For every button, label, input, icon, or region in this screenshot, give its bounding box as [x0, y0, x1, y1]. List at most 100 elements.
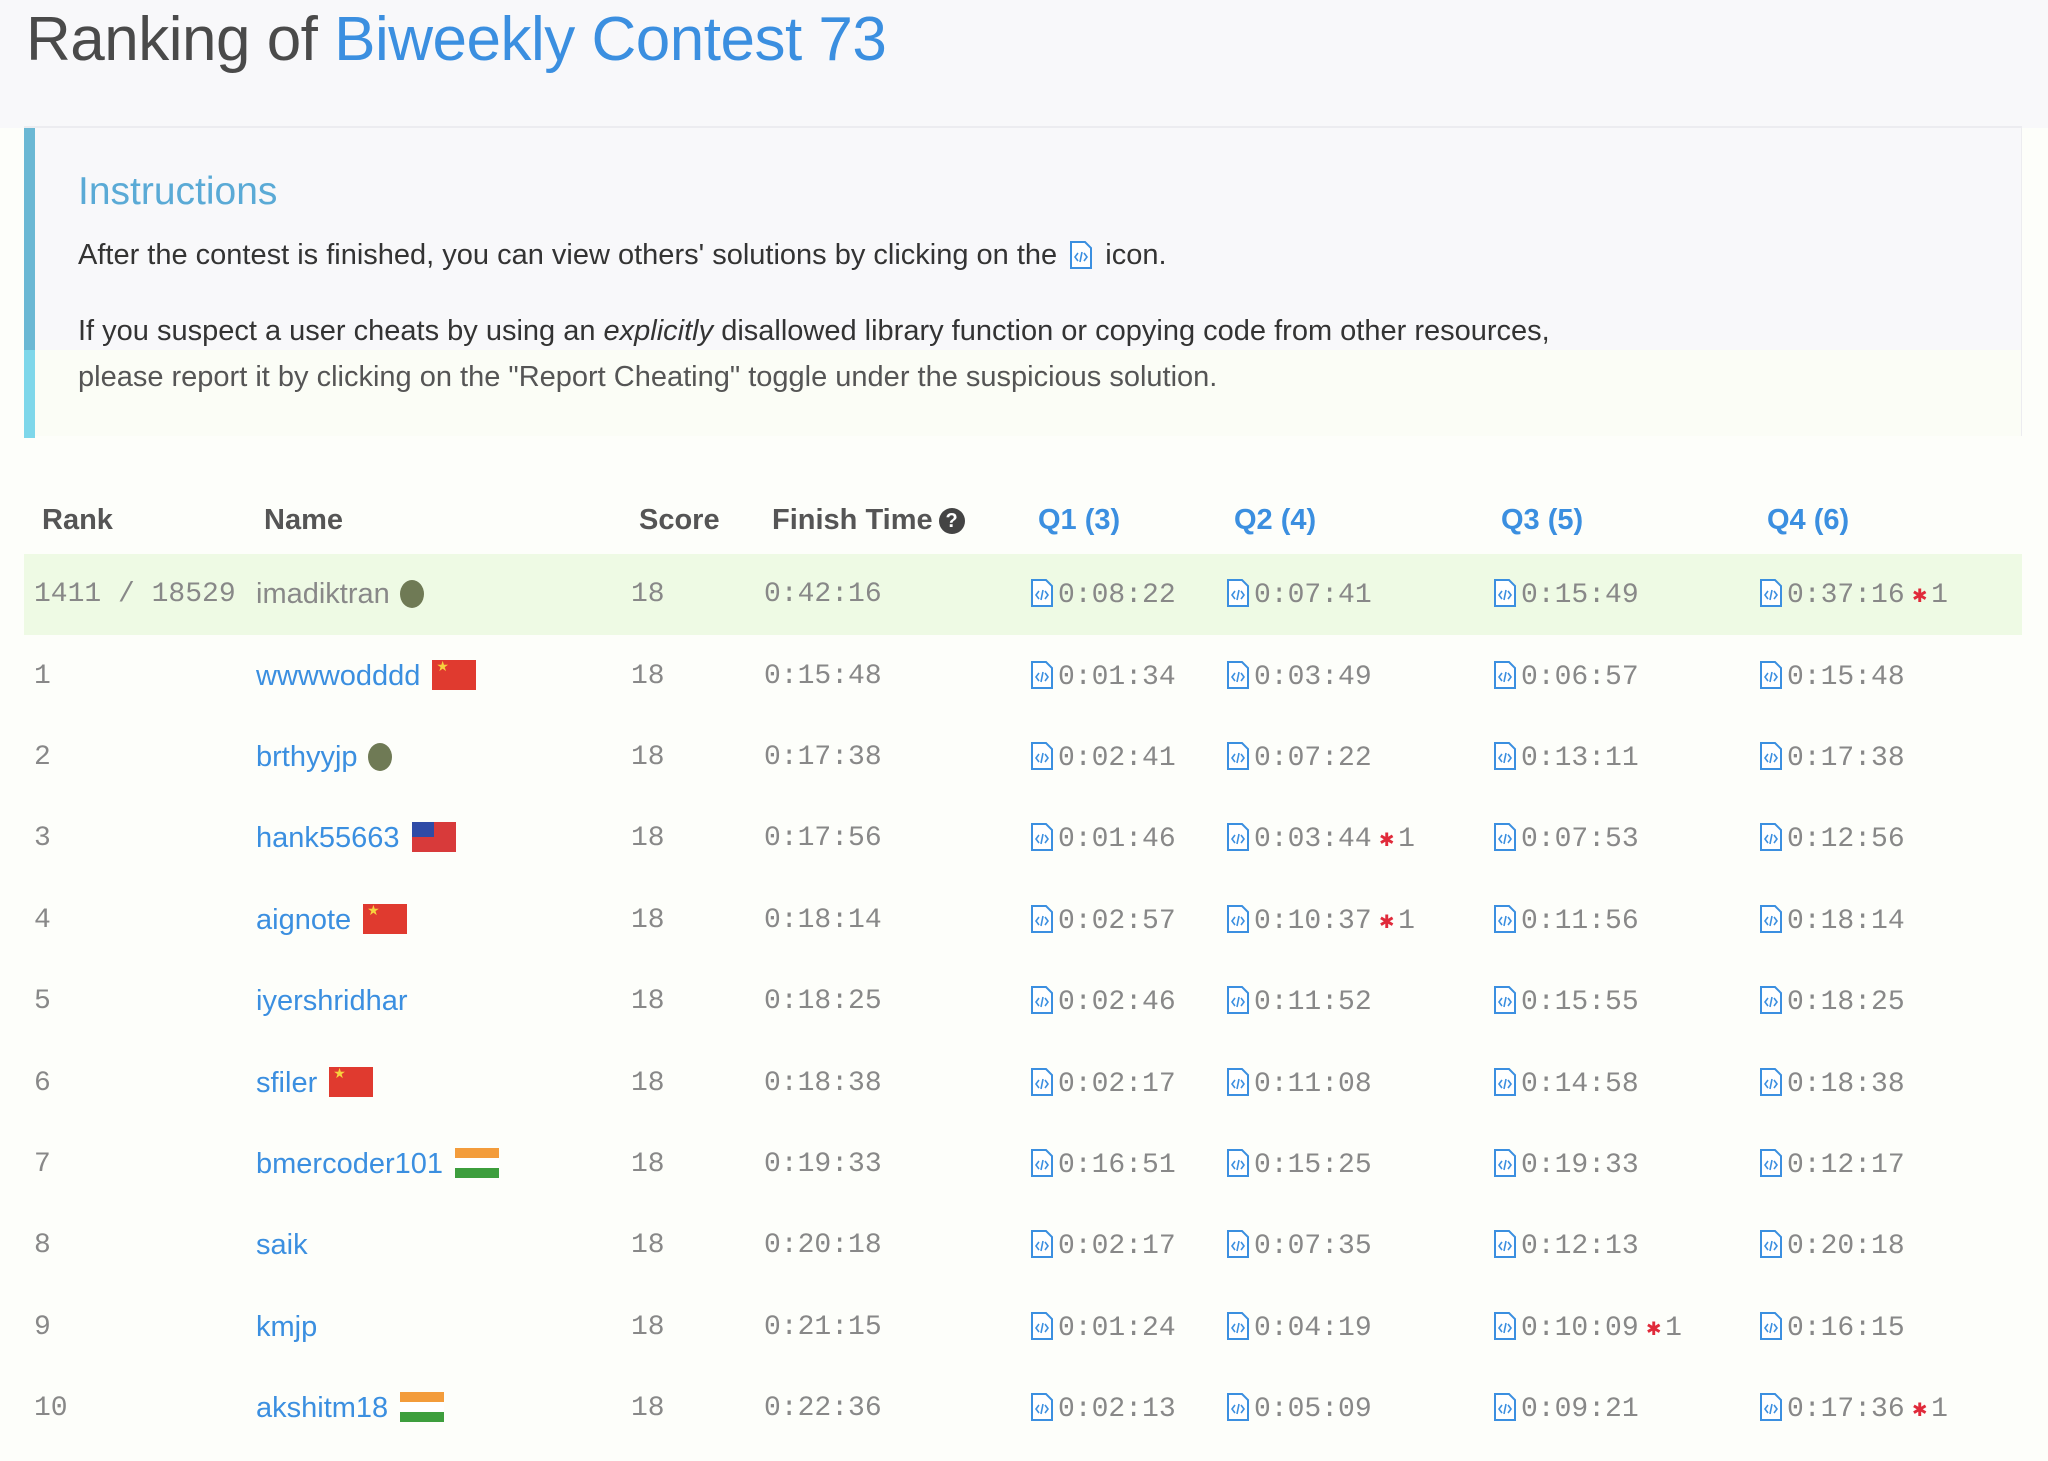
view-solution-icon[interactable] — [1226, 578, 1250, 608]
user-link[interactable]: aignote — [256, 904, 351, 936]
cell-name: wwwwodddd — [246, 635, 621, 716]
cell-rank: 5 — [34, 986, 51, 1018]
view-solution-icon[interactable] — [1493, 578, 1517, 608]
header-q3[interactable]: Q3 (5) — [1483, 486, 1749, 554]
cell-q1: 0:02:17 — [1020, 1042, 1216, 1123]
cell-rank: 4 — [34, 904, 51, 936]
cell-q3: 0:12:13 — [1483, 1205, 1749, 1286]
view-solution-icon[interactable] — [1226, 1067, 1250, 1097]
view-solution-icon[interactable] — [1030, 822, 1054, 852]
view-solution-icon[interactable] — [1759, 1311, 1783, 1341]
view-solution-icon[interactable] — [1226, 1311, 1250, 1341]
view-solution-icon[interactable] — [1226, 822, 1250, 852]
q2-time: 0:03:44 — [1254, 824, 1372, 856]
view-solution-icon[interactable] — [1226, 985, 1250, 1015]
wrong-answer-bug-icon: ✱ — [1646, 1315, 1662, 1343]
instructions-line-2-text: If you suspect a user cheats by using an — [78, 315, 596, 347]
view-solution-icon[interactable] — [1759, 904, 1783, 934]
cell-rank: 7 — [34, 1148, 51, 1180]
cell-q4: 0:18:14 — [1749, 880, 2022, 961]
q1-time: 0:16:51 — [1058, 1149, 1176, 1181]
view-solution-icon[interactable] — [1759, 660, 1783, 690]
cell-q1: 0:02:57 — [1020, 880, 1216, 961]
cell-score: 18 — [631, 660, 665, 692]
cell-q2: 0:03:49 — [1216, 635, 1483, 716]
view-solution-icon[interactable] — [1226, 1392, 1250, 1422]
help-icon[interactable]: ? — [938, 507, 965, 534]
header-q4[interactable]: Q4 (6) — [1749, 486, 2022, 554]
view-solution-icon[interactable] — [1030, 741, 1054, 771]
user-link[interactable]: bmercoder101 — [256, 1148, 443, 1180]
instructions-line-1-text: After the contest is finished, you can v… — [78, 239, 1058, 271]
user-link[interactable]: brthyyjp — [256, 741, 358, 773]
view-solution-icon[interactable] — [1759, 1067, 1783, 1097]
q3-time: 0:12:13 — [1521, 1231, 1639, 1263]
view-solution-icon[interactable] — [1759, 985, 1783, 1015]
view-solution-icon[interactable] — [1759, 1229, 1783, 1259]
user-badge-icon — [399, 580, 424, 609]
user-link[interactable]: kmjp — [256, 1311, 317, 1343]
cell-finish-time: 0:22:36 — [764, 1393, 882, 1425]
wrong-answer-bug-icon: ✱ — [1912, 583, 1928, 611]
view-solution-icon[interactable] — [1493, 904, 1517, 934]
cell-score: 18 — [631, 1230, 665, 1262]
q2-time: 0:07:22 — [1254, 742, 1372, 774]
view-solution-icon[interactable] — [1226, 904, 1250, 934]
view-solution-icon[interactable] — [1226, 1229, 1250, 1259]
header-finish-time-label: Finish Time — [772, 503, 933, 536]
user-link[interactable]: akshitm18 — [256, 1392, 388, 1424]
cell-score: 18 — [631, 986, 665, 1018]
wrong-answer-bug-icon: ✱ — [1379, 908, 1395, 936]
cell-q4: 0:20:18 — [1749, 1205, 2022, 1286]
view-solution-icon[interactable] — [1493, 1392, 1517, 1422]
view-solution-icon[interactable] — [1030, 1148, 1054, 1178]
user-link[interactable]: hank55663 — [256, 822, 400, 854]
cell-finish-time: 0:17:56 — [764, 823, 882, 855]
title-prefix: Ranking of — [26, 5, 318, 74]
view-solution-icon[interactable] — [1226, 660, 1250, 690]
cell-score: 18 — [631, 1148, 665, 1180]
view-solution-icon[interactable] — [1030, 660, 1054, 690]
view-solution-icon[interactable] — [1493, 741, 1517, 771]
contest-link[interactable]: Biweekly Contest 73 — [334, 5, 887, 74]
view-solution-icon[interactable] — [1493, 660, 1517, 690]
q2-time: 0:07:35 — [1254, 1231, 1372, 1263]
cell-finish-time: 0:15:48 — [764, 660, 882, 692]
instructions-heading: Instructions — [78, 170, 278, 213]
view-solution-icon[interactable] — [1493, 1311, 1517, 1341]
view-solution-icon[interactable] — [1226, 741, 1250, 771]
instructions-emphasis: explicitly — [603, 315, 714, 347]
view-solution-icon[interactable] — [1030, 578, 1054, 608]
view-solution-icon[interactable] — [1030, 904, 1054, 934]
view-solution-icon[interactable] — [1030, 1067, 1054, 1097]
view-solution-icon[interactable] — [1493, 822, 1517, 852]
view-solution-icon[interactable] — [1493, 1067, 1517, 1097]
view-solution-icon[interactable] — [1493, 985, 1517, 1015]
view-solution-icon[interactable] — [1030, 985, 1054, 1015]
title-bar: Ranking of Biweekly Contest 73 — [0, 0, 2048, 128]
cell-q4: 0:17:38 — [1749, 717, 2022, 798]
view-solution-icon[interactable] — [1493, 1229, 1517, 1259]
user-link[interactable]: wwwwodddd — [256, 660, 420, 692]
view-solution-icon[interactable] — [1226, 1148, 1250, 1178]
cell-q3: 0:13:11 — [1483, 717, 1749, 798]
view-solution-icon[interactable] — [1030, 1392, 1054, 1422]
view-solution-icon[interactable] — [1759, 1148, 1783, 1178]
view-solution-icon[interactable] — [1759, 1392, 1783, 1422]
view-solution-icon[interactable] — [1030, 1229, 1054, 1259]
view-solution-icon[interactable] — [1493, 1148, 1517, 1178]
table-row: 9 kmjp 18 0:21:15 0:01:24 0:04:19 0:10:09 ✱ 1 0:1… — [24, 1287, 2022, 1368]
view-solution-icon[interactable] — [1759, 741, 1783, 771]
view-solution-icon[interactable] — [1030, 1311, 1054, 1341]
header-q2[interactable]: Q2 (4) — [1216, 486, 1483, 554]
user-link[interactable]: sfiler — [256, 1067, 317, 1099]
user-link[interactable]: imadiktran — [256, 578, 390, 610]
user-link[interactable]: iyershridhar — [256, 985, 408, 1017]
view-solution-icon[interactable] — [1759, 578, 1783, 608]
header-q1[interactable]: Q1 (3) — [1020, 486, 1216, 554]
cell-q1: 0:02:46 — [1020, 961, 1216, 1042]
view-solution-icon[interactable] — [1759, 822, 1783, 852]
user-link[interactable]: saik — [256, 1229, 308, 1261]
q3-time: 0:11:56 — [1521, 905, 1639, 937]
cell-q2: 0:04:19 — [1216, 1287, 1483, 1368]
